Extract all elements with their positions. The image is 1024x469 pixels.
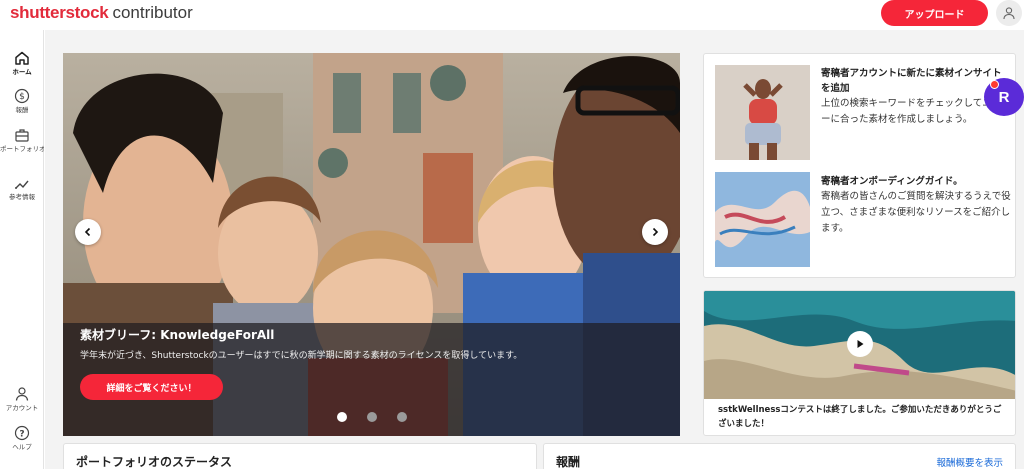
sidebar-item-label: ポートフォリオ	[0, 145, 44, 153]
main-content: 素材ブリーフ: KnowledgeForAll 学年末が近づき、Shutters…	[45, 30, 1024, 469]
tip-title[interactable]: 寄稿者アカウントに新たに素材インサイトを追加	[821, 66, 1006, 96]
carousel-dot-1[interactable]	[337, 412, 347, 422]
sidebar-item-insights[interactable]: 参考情報	[0, 177, 44, 201]
sidebar-item-help[interactable]: ? ヘルプ	[0, 425, 44, 451]
carousel-dot-3[interactable]	[397, 412, 407, 422]
badge-letter: R	[998, 88, 1010, 106]
user-icon	[1003, 7, 1015, 20]
sidebar-item-label: 報酬	[15, 106, 29, 114]
sidebar-item-home[interactable]: ホーム	[0, 50, 44, 76]
earnings-summary-link[interactable]: 報酬概要を表示	[936, 455, 1003, 469]
earnings-title: 報酬	[556, 455, 581, 469]
sidebar-item-account[interactable]: アカウント	[0, 386, 44, 412]
chevron-right-icon	[652, 227, 659, 237]
earnings-panel: 報酬 報酬概要を表示	[543, 443, 1016, 469]
help-icon: ?	[14, 425, 30, 441]
logo-product: contributor	[112, 3, 193, 22]
play-button[interactable]	[847, 331, 873, 357]
carousel-dot-2[interactable]	[367, 412, 377, 422]
insights-icon	[15, 180, 29, 189]
dollar-icon: $	[14, 88, 30, 104]
home-icon	[15, 51, 29, 65]
sidebar-item-label: アカウント	[5, 404, 39, 412]
video-caption: sstkWellnessコンテストは終了しました。ご参加いただきありがとうござい…	[718, 405, 1002, 429]
hero-description: 学年末が近づき、Shutterstockのユーザーはすでに秋の新学期に関する素材…	[80, 351, 523, 361]
portfolio-status-title: ポートフォリオのステータス	[76, 455, 233, 469]
tips-card: 寄稿者アカウントに新たに素材インサイトを追加 上位の検索キーワードをチェックして…	[703, 53, 1016, 278]
portfolio-status-panel: ポートフォリオのステータス	[63, 443, 537, 469]
sidebar-item-label: ヘルプ	[12, 443, 32, 451]
notification-dot	[990, 80, 999, 89]
shutterstock-contributor-logo[interactable]: shutterstock contributor	[10, 3, 193, 23]
sidebar-item-label: ホーム	[12, 68, 32, 76]
svg-text:$: $	[19, 92, 25, 102]
chevron-left-icon	[84, 227, 91, 237]
sidebar-item-label: 参考情報	[9, 193, 35, 201]
tip-title[interactable]: 寄稿者オンボーディングガイド。	[821, 174, 1006, 189]
user-icon	[15, 387, 29, 401]
sidebar: ホーム $ 報酬 ポートフォリオ 参考情報 アカウント ? ヘルプ	[0, 30, 44, 469]
account-avatar[interactable]	[996, 0, 1022, 26]
logo-brand: shutterstock	[10, 3, 109, 22]
video-card[interactable]: sstkWellnessコンテストは終了しました。ご参加いただきありがとうござい…	[703, 290, 1016, 436]
tip-thumbnail-woman[interactable]	[715, 65, 810, 160]
tip-thumbnail-fabric[interactable]	[715, 172, 810, 267]
briefcase-icon	[15, 129, 29, 142]
floating-assistant-badge[interactable]: R	[984, 78, 1024, 116]
play-icon	[857, 340, 864, 348]
tip-body: 上位の検索キーワードをチェックしてユーザーに合った素材を作成しましょう。	[821, 98, 1011, 125]
hero-carousel: 素材ブリーフ: KnowledgeForAll 学年末が近づき、Shutters…	[63, 53, 680, 436]
svg-text:?: ?	[19, 430, 24, 440]
sidebar-item-portfolio[interactable]: ポートフォリオ	[0, 127, 44, 153]
hero-details-button[interactable]: 詳細をご覧ください！	[80, 374, 223, 400]
upload-button[interactable]: アップロード	[881, 0, 988, 26]
tip-body: 寄稿者の皆さんのご質問を解決するうえで役立つ、さまざまな便利なリソースをご紹介し…	[821, 191, 1011, 234]
hero-title: 素材ブリーフ: KnowledgeForAll	[80, 328, 275, 342]
carousel-next-button[interactable]	[642, 219, 668, 245]
sidebar-item-earnings[interactable]: $ 報酬	[0, 88, 44, 114]
top-bar: shutterstock contributor アップロード	[0, 0, 1024, 30]
carousel-prev-button[interactable]	[75, 219, 101, 245]
